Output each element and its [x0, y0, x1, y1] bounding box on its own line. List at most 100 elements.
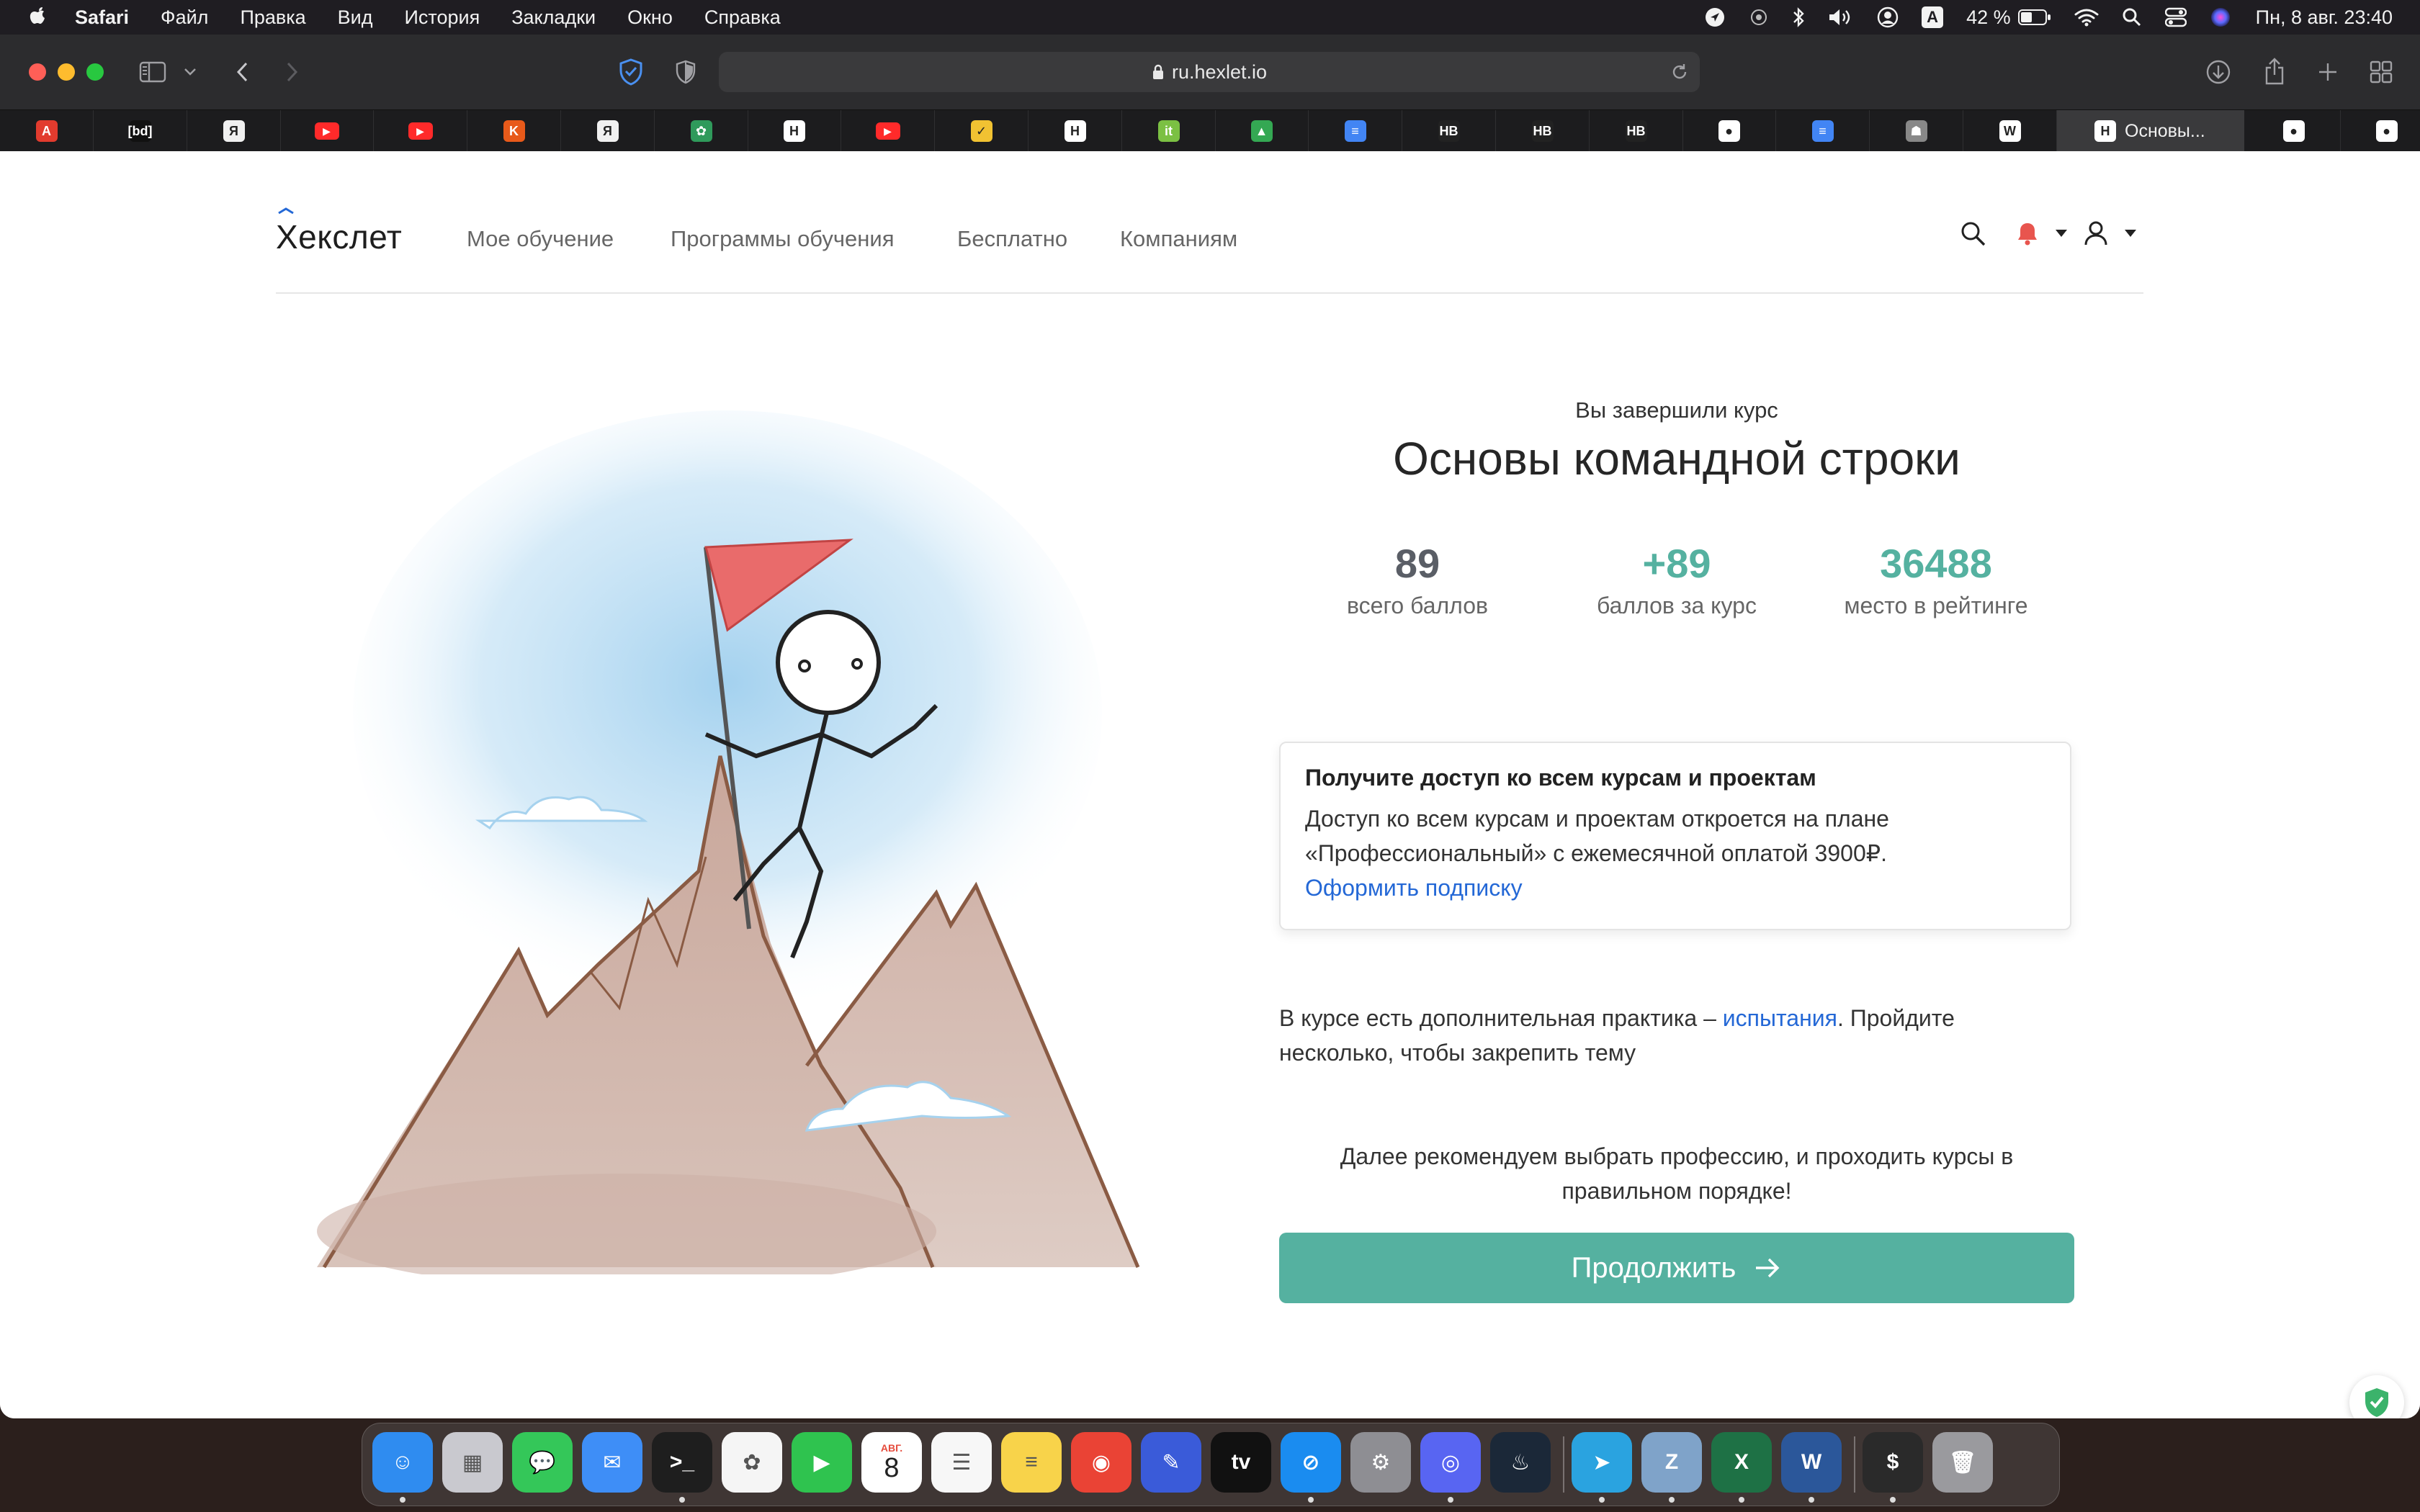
pinned-tab[interactable]: ●	[1682, 110, 1776, 152]
spotlight-search-icon[interactable]	[2122, 7, 2142, 27]
security-shield-badge-icon[interactable]	[2349, 1375, 2404, 1418]
word-icon[interactable]: W	[1781, 1432, 1842, 1493]
pinned-tab[interactable]: K	[467, 110, 561, 152]
facetime-icon[interactable]: ▶	[792, 1432, 852, 1493]
excel-icon[interactable]: X	[1711, 1432, 1772, 1493]
reminders-icon[interactable]: ☰	[931, 1432, 992, 1493]
volume-icon[interactable]	[1828, 7, 1854, 27]
pinned-tab[interactable]: HB	[1402, 110, 1496, 152]
profile-caret-icon[interactable]	[2124, 229, 2137, 238]
nav-free[interactable]: Бесплатно	[957, 226, 1067, 252]
system-preferences-icon[interactable]: ⚙	[1350, 1432, 1411, 1493]
pinned-tab[interactable]: ●	[2340, 110, 2420, 152]
menu-view[interactable]: Вид	[338, 6, 373, 29]
chrome-icon[interactable]: ◉	[1071, 1432, 1131, 1493]
menu-app-safari[interactable]: Safari	[75, 6, 129, 29]
notifications-caret-icon[interactable]	[2055, 229, 2068, 238]
terminal-window-icon[interactable]: $	[1863, 1432, 1923, 1493]
notes-icon[interactable]: ≡	[1001, 1432, 1062, 1493]
privacy-shield-icon[interactable]	[617, 58, 645, 86]
pinned-tab[interactable]: HB	[1496, 110, 1590, 152]
pinned-tab[interactable]: ▶	[374, 110, 467, 152]
continue-button[interactable]: Продолжить	[1279, 1233, 2074, 1303]
pinned-tab[interactable]: ▶	[841, 110, 935, 152]
nav-my-learning[interactable]: Мое обучение	[467, 226, 614, 252]
menu-bookmarks[interactable]: Закладки	[511, 6, 596, 29]
privacy-report-icon[interactable]	[673, 59, 699, 85]
trash-icon[interactable]: 🗑	[1932, 1432, 1993, 1493]
finder-icon[interactable]: ☺	[372, 1432, 433, 1493]
location-icon[interactable]	[1704, 6, 1726, 28]
pinned-tab[interactable]: [bd]	[94, 110, 187, 152]
calendar-icon[interactable]: АВГ. 8	[861, 1432, 922, 1493]
wifi-icon[interactable]	[2074, 8, 2099, 27]
user-profile-icon[interactable]	[2084, 220, 2108, 246]
search-icon[interactable]	[1960, 220, 1987, 248]
pinned-tab[interactable]: ≡	[1776, 110, 1870, 152]
menu-help[interactable]: Справка	[704, 6, 781, 29]
pencil-app-icon[interactable]: ✎	[1141, 1432, 1201, 1493]
robot-icon: ☗	[1905, 120, 1927, 142]
safari-icon[interactable]: ⊘	[1281, 1432, 1341, 1493]
pinned-tab[interactable]: Я	[561, 110, 655, 152]
minimize-window-button[interactable]	[58, 63, 75, 81]
siri-icon[interactable]	[2210, 6, 2231, 28]
active-tab[interactable]: H Основы...	[2057, 110, 2244, 152]
zoom-window-button[interactable]	[86, 63, 104, 81]
reload-icon[interactable]	[1670, 62, 1690, 82]
hexlet-logo[interactable]: Хекслет	[276, 207, 402, 256]
airplay-icon[interactable]	[1749, 7, 1769, 27]
pinned-tab[interactable]: it	[1122, 110, 1216, 152]
subscribe-link[interactable]: Оформить подписку	[1305, 870, 2045, 905]
menu-history[interactable]: История	[405, 6, 480, 29]
pinned-tab[interactable]: ✓	[935, 110, 1028, 152]
menu-edit[interactable]: Правка	[240, 6, 305, 29]
steam-icon[interactable]: ♨	[1490, 1432, 1551, 1493]
photos-icon[interactable]: ✿	[722, 1432, 782, 1493]
messages-icon[interactable]: 💬	[512, 1432, 573, 1493]
menubar-clock[interactable]: Пн, 8 авг. 23:40	[2256, 6, 2393, 29]
share-icon[interactable]	[2260, 56, 2289, 86]
menu-window[interactable]: Окно	[627, 6, 673, 29]
nav-programs[interactable]: Программы обучения	[671, 226, 895, 252]
pinned-tab[interactable]: H	[1028, 110, 1122, 152]
pinned-tab[interactable]: H	[748, 110, 841, 152]
bluetooth-icon[interactable]	[1792, 6, 1805, 28]
pinned-tab[interactable]: ✿	[655, 110, 748, 152]
user-status-icon[interactable]	[1877, 6, 1899, 28]
sidebar-toggle-icon[interactable]	[138, 59, 167, 85]
discord-icon[interactable]: ◎	[1420, 1432, 1481, 1493]
forward-button-icon[interactable]	[279, 59, 305, 85]
pinned-tab[interactable]: ≡	[1309, 110, 1402, 152]
address-bar[interactable]: ru.hexlet.io	[719, 52, 1700, 92]
nav-companies[interactable]: Компаниям	[1120, 226, 1237, 252]
back-button-icon[interactable]	[229, 59, 255, 85]
pinned-tab[interactable]: W	[1963, 110, 2057, 152]
notifications-bell-icon[interactable]	[2015, 220, 2040, 246]
downloads-icon[interactable]	[2204, 58, 2233, 86]
apple-menu-icon[interactable]	[27, 5, 49, 30]
pinned-tab[interactable]: Я	[187, 110, 281, 152]
menu-file[interactable]: Файл	[161, 6, 208, 29]
pinned-tab[interactable]: ●	[2247, 110, 2341, 152]
pinned-tab[interactable]: ☗	[1870, 110, 1963, 152]
terminal-icon[interactable]: >_	[652, 1432, 712, 1493]
pinned-tab[interactable]: HB	[1590, 110, 1683, 152]
tab-overview-icon[interactable]	[2367, 58, 2396, 86]
pinned-tab[interactable]: ▲	[1215, 110, 1309, 152]
challenges-link[interactable]: испытания	[1723, 1005, 1837, 1031]
close-window-button[interactable]	[29, 63, 46, 81]
apple-tv-icon[interactable]: tv	[1211, 1432, 1271, 1493]
battery-icon[interactable]	[2017, 9, 2051, 26]
chevron-down-icon[interactable]	[182, 63, 199, 81]
input-source-icon[interactable]: A	[1922, 6, 1944, 28]
new-tab-icon[interactable]	[2313, 58, 2342, 86]
mail-icon[interactable]: ✉	[582, 1432, 642, 1493]
control-center-icon[interactable]	[2164, 7, 2187, 27]
telegram-icon[interactable]: ➤	[1572, 1432, 1632, 1493]
pinned-tab[interactable]: A	[0, 110, 94, 152]
stat-value: 89	[1394, 541, 1440, 586]
launchpad-icon[interactable]: ▦	[442, 1432, 503, 1493]
pinned-tab[interactable]: ▶	[280, 110, 374, 152]
archive-utility-icon[interactable]: Z	[1641, 1432, 1702, 1493]
